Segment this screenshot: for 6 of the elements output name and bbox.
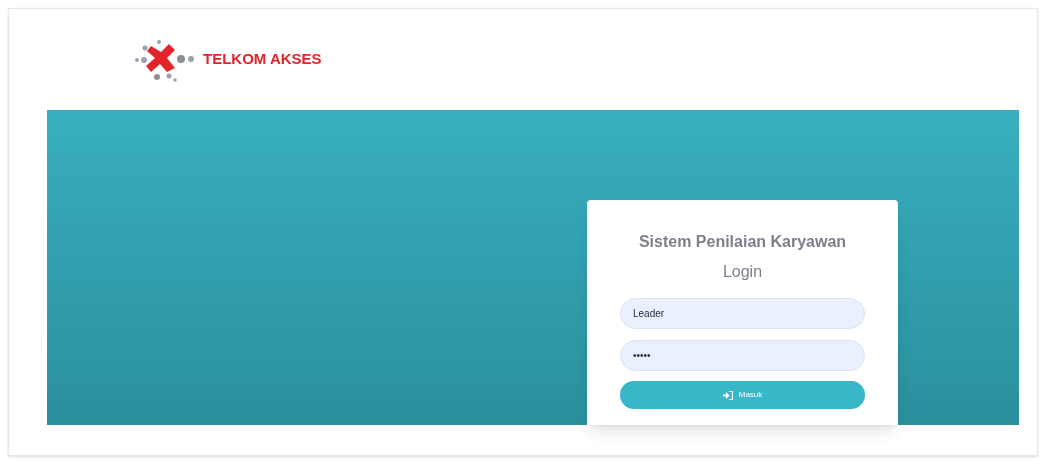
brand-name: TELKOM AKSES [203, 49, 322, 70]
password-field[interactable]: ••••• [620, 340, 865, 371]
username-field[interactable]: Leader [620, 298, 865, 329]
system-title: Sistem Penilaian Karyawan [638, 232, 847, 252]
login-heading: Login [722, 262, 763, 282]
sign-in-icon [722, 390, 733, 400]
